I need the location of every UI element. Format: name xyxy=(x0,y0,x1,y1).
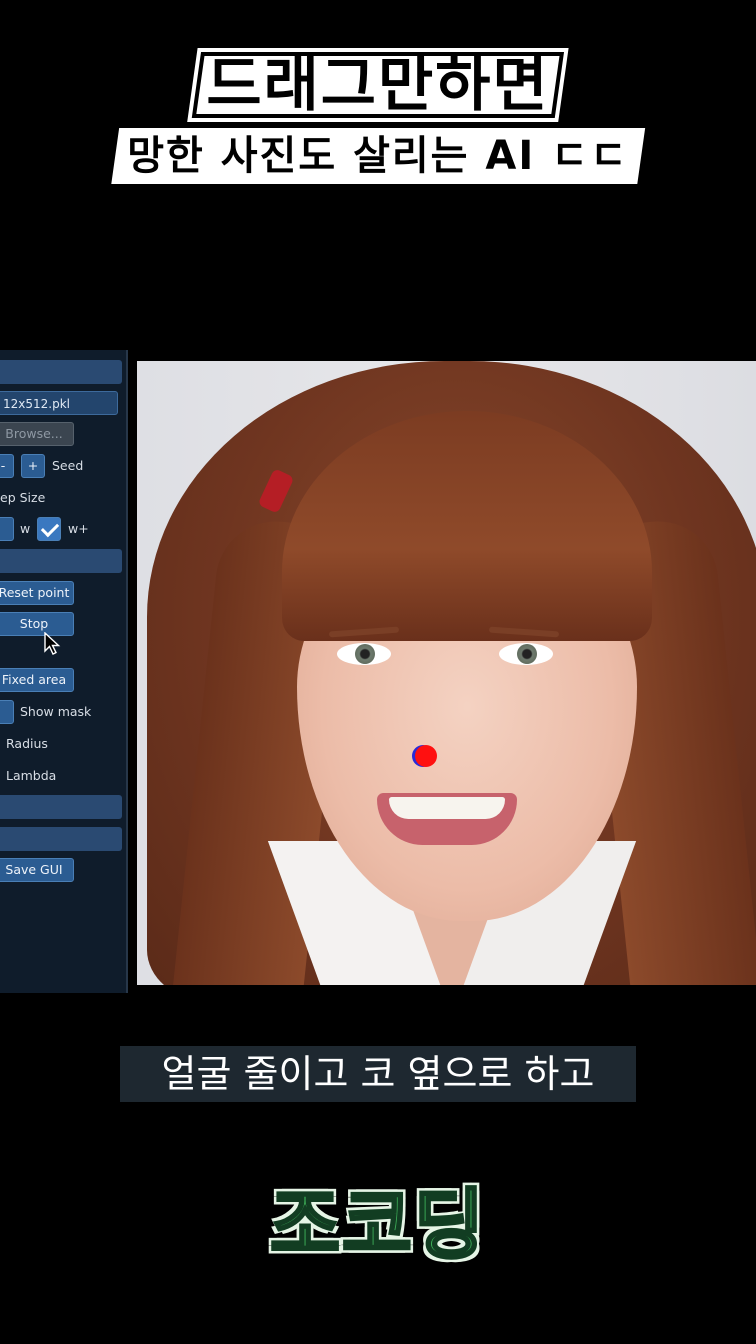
teeth xyxy=(389,797,505,819)
w-plus-label: w+ xyxy=(68,521,89,536)
seed-label: Seed xyxy=(52,458,84,473)
model-path-field[interactable]: 12x512.pkl xyxy=(0,391,118,415)
mouth xyxy=(377,793,517,845)
browse-button[interactable]: Browse... xyxy=(0,422,74,446)
seed-decrement-button[interactable]: - xyxy=(0,454,14,478)
stop-button[interactable]: Stop xyxy=(0,612,74,636)
section-header-bar-3[interactable] xyxy=(0,795,122,819)
section-header-bar[interactable] xyxy=(0,360,122,384)
brand-logo: 조코딩 xyxy=(248,1176,508,1274)
show-mask-checkbox[interactable] xyxy=(0,700,14,724)
drag-canvas-portrait[interactable] xyxy=(137,361,756,985)
save-gui-button[interactable]: Save GUI xyxy=(0,858,74,882)
brand-logo-text: 조코딩 xyxy=(269,1179,486,1271)
fixed-area-button[interactable]: Fixed area xyxy=(0,668,74,692)
mouse-cursor-icon xyxy=(44,632,61,655)
lambda-label: Lambda xyxy=(6,768,57,783)
seed-increment-button[interactable]: + xyxy=(21,454,45,478)
video-title-line-2: 망한 사진도 살리는 AI ㄷㄷ xyxy=(111,128,645,184)
video-title-line-1: 드래그만하면 xyxy=(187,48,569,122)
reset-point-button[interactable]: Reset point xyxy=(0,581,74,605)
step-size-label: ep Size xyxy=(0,490,46,505)
drag-handle-point[interactable] xyxy=(415,745,437,767)
caption-subtitle: 얼굴 줄이고 코 옆으로 하고 xyxy=(120,1046,636,1102)
eye-left xyxy=(337,643,391,665)
radius-label: Radius xyxy=(6,736,48,751)
show-mask-label: Show mask xyxy=(20,704,92,719)
gui-control-panel: 12x512.pkl Browse... - + Seed ep Size w … xyxy=(0,350,128,993)
section-header-bar-2[interactable] xyxy=(0,549,122,573)
w-label: w xyxy=(20,521,31,536)
w-plus-checkbox[interactable] xyxy=(37,517,61,541)
section-header-bar-4[interactable] xyxy=(0,827,122,851)
w-checkbox[interactable] xyxy=(0,517,14,541)
eye-right xyxy=(499,643,553,665)
